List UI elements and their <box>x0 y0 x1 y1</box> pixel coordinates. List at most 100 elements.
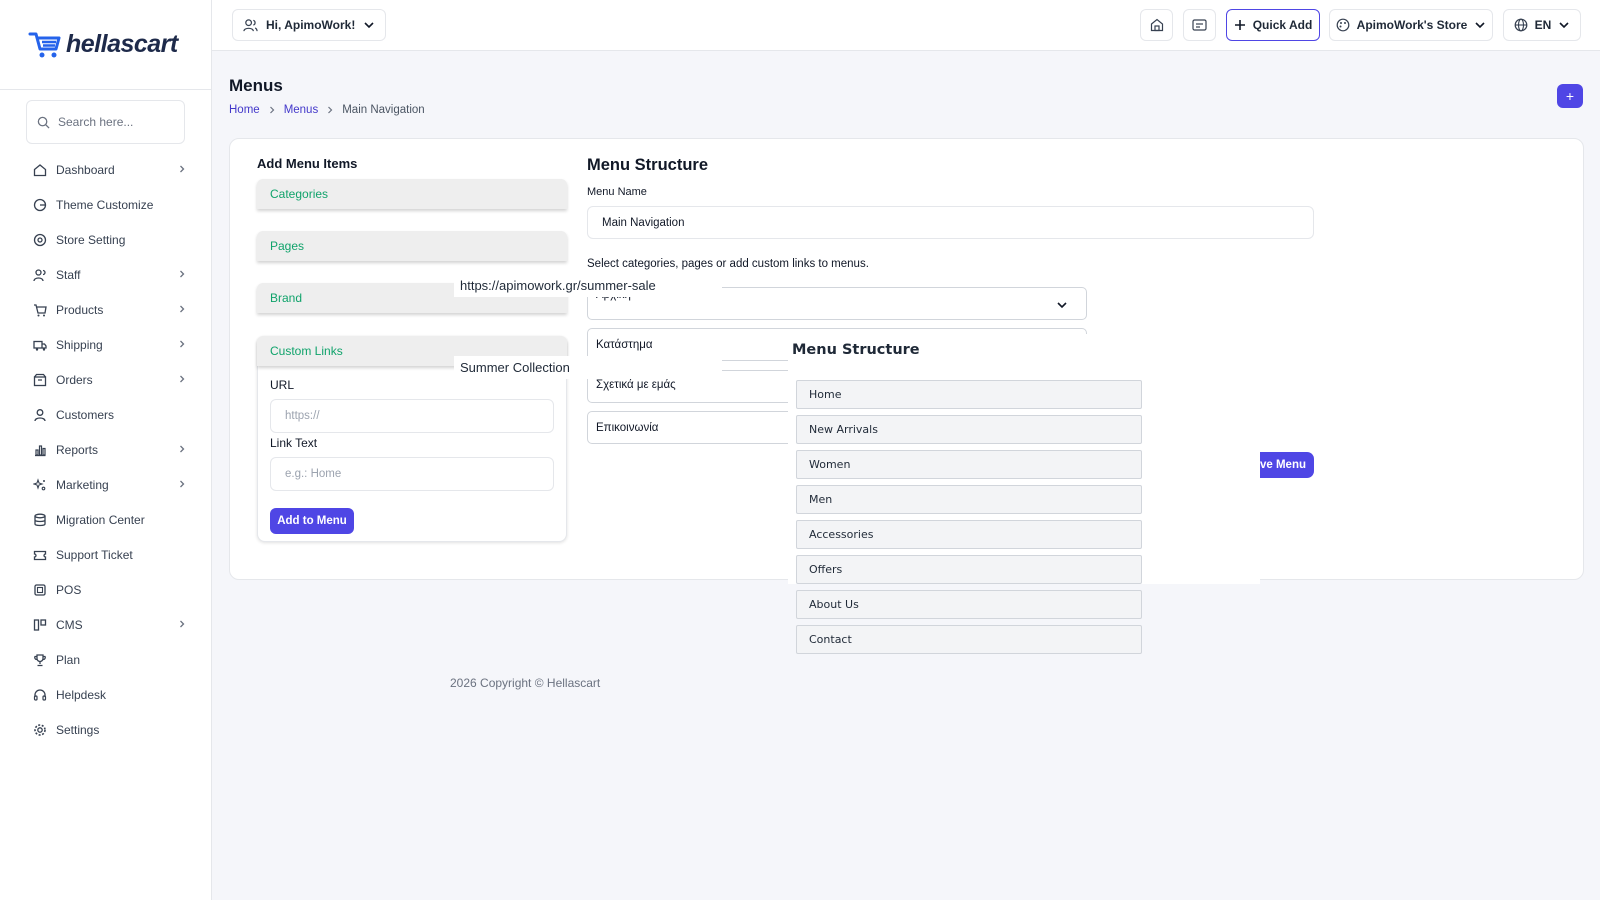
sidebar-item-plan[interactable]: Plan <box>0 642 211 677</box>
sidebar-item-label: Settings <box>56 722 100 737</box>
sidebar-item-migration-center[interactable]: Migration Center <box>0 502 211 537</box>
store-name: ApimoWork's Store <box>1356 18 1468 32</box>
overlay-menu-item[interactable]: New Arrivals <box>796 415 1142 444</box>
gear-icon <box>33 723 47 737</box>
sidebar-item-staff[interactable]: Staff <box>0 257 211 292</box>
footer-copyright: 2026 Copyright © Hellascart <box>450 676 601 690</box>
sidebar-item-label: Customers <box>56 407 115 422</box>
url-placeholder: https:// <box>285 410 320 422</box>
link-text-placeholder: e.g.: Home <box>285 468 342 480</box>
link-text-input[interactable]: e.g.: Home <box>270 457 554 491</box>
trophy-icon <box>33 653 47 667</box>
sidebar-item-label: Plan <box>56 652 81 667</box>
overlay-menu-item[interactable]: Contact <box>796 625 1142 654</box>
sidebar-item-label: Theme Customize <box>56 197 154 212</box>
add-menu-button[interactable]: + <box>1557 84 1583 108</box>
select-value: Επικοινωνία <box>596 421 659 434</box>
sidebar-item-label: Support Ticket <box>56 547 133 562</box>
chevron-right-icon <box>177 478 187 492</box>
ticket-icon <box>33 548 47 562</box>
chevron-right-icon <box>177 338 187 352</box>
save-menu-button[interactable]: ve Menu <box>1256 452 1314 478</box>
chevron-right-icon <box>177 268 187 282</box>
storefront-button[interactable] <box>1140 9 1173 41</box>
overlay-menu-item[interactable]: Home <box>796 380 1142 409</box>
sidebar-item-label: Staff <box>56 267 81 282</box>
overlay-menu-item[interactable]: Accessories <box>796 520 1142 549</box>
menu-structure-title: Menu Structure <box>587 156 709 174</box>
menu-hint-text: Select categories, pages or add custom l… <box>587 258 869 270</box>
sidebar-item-label: Shipping <box>56 337 103 352</box>
breadcrumb: Home Menus Main Navigation <box>229 104 425 116</box>
sidebar-item-label: Helpdesk <box>56 687 107 702</box>
overlay-menu-item[interactable]: Offers <box>796 555 1142 584</box>
store-settings-icon <box>33 233 47 247</box>
sidebar-search-input[interactable]: Search here... <box>26 100 185 144</box>
sidebar-item-orders[interactable]: Orders <box>0 362 211 397</box>
users-icon <box>33 268 47 282</box>
add-to-menu-button[interactable]: Add to Menu <box>270 508 354 534</box>
chevron-down-icon <box>364 22 374 29</box>
sparkle-icon <box>33 477 47 492</box>
chevron-right-icon <box>177 303 187 317</box>
sidebar-item-label: Marketing <box>56 477 109 492</box>
overlay-menu-item[interactable]: Men <box>796 485 1142 514</box>
sidebar-item-products[interactable]: Products <box>0 292 211 327</box>
floating-url-text: https://apimowork.gr/summer-sale <box>454 274 722 297</box>
breadcrumb-current: Main Navigation <box>342 104 425 116</box>
sidebar-item-reports[interactable]: Reports <box>0 432 211 467</box>
store-icon <box>1150 18 1163 32</box>
truck-icon <box>33 338 47 352</box>
floating-link-text: Summer Collection <box>454 356 722 379</box>
quick-add-label: Quick Add <box>1252 18 1313 32</box>
url-label: URL <box>270 378 295 392</box>
breadcrumb-menus[interactable]: Menus <box>284 104 319 116</box>
overlay-menu-item[interactable]: About Us <box>796 590 1142 619</box>
palette-icon <box>1336 18 1350 32</box>
box-icon <box>33 373 47 387</box>
sidebar-item-settings[interactable]: Settings <box>0 712 211 747</box>
chevron-right-icon <box>328 106 333 114</box>
sidebar-item-label: POS <box>56 582 82 597</box>
chevron-right-icon <box>177 618 187 632</box>
page-title: Menus <box>229 76 283 95</box>
database-icon <box>33 513 47 527</box>
chevron-right-icon <box>269 106 275 114</box>
sidebar-item-marketing[interactable]: Marketing <box>0 467 211 502</box>
sidebar-item-theme-customize[interactable]: Theme Customize <box>0 187 211 222</box>
chevron-right-icon <box>177 443 187 457</box>
chevron-down-icon <box>1057 302 1067 309</box>
sidebar-item-pos[interactable]: POS <box>0 572 211 607</box>
home-icon <box>33 163 47 177</box>
greeting-text: Hi, ApimoWork! <box>266 18 356 32</box>
sidebar-item-customers[interactable]: Customers <box>0 397 211 432</box>
search-placeholder: Search here... <box>58 115 134 129</box>
accordion-categories[interactable]: Categories <box>257 179 567 209</box>
brand-logo[interactable]: hellascart <box>0 0 211 90</box>
store-switcher[interactable]: ApimoWork's Store <box>1329 9 1493 41</box>
sidebar-item-store-setting[interactable]: Store Setting <box>0 222 211 257</box>
quick-add-button[interactable]: Quick Add <box>1226 9 1320 41</box>
sidebar-item-shipping[interactable]: Shipping <box>0 327 211 362</box>
chevron-down-icon <box>1475 22 1485 29</box>
accordion-pages[interactable]: Pages <box>257 231 567 261</box>
sidebar-item-dashboard[interactable]: Dashboard <box>0 152 211 187</box>
chevron-right-icon <box>177 163 187 177</box>
overlay-menu-item[interactable]: Women <box>796 450 1142 479</box>
sidebar-item-label: Store Setting <box>56 232 126 247</box>
sidebar-item-cms[interactable]: CMS <box>0 607 211 642</box>
pos-button[interactable] <box>1183 9 1216 41</box>
url-input[interactable]: https:// <box>270 399 554 433</box>
language-switcher[interactable]: EN <box>1503 9 1581 41</box>
user-menu-button[interactable]: Hi, ApimoWork! <box>232 9 387 41</box>
sidebar-item-helpdesk[interactable]: Helpdesk <box>0 677 211 712</box>
chevron-down-icon <box>1559 22 1569 29</box>
menu-name-input[interactable]: Main Navigation <box>587 206 1314 239</box>
overlay-title: Menu Structure <box>792 342 920 358</box>
sidebar-item-label: Products <box>56 302 104 317</box>
sidebar-item-support-ticket[interactable]: Support Ticket <box>0 537 211 572</box>
sidebar-item-label: Orders <box>56 372 93 387</box>
breadcrumb-home[interactable]: Home <box>229 104 260 116</box>
layout-icon <box>33 618 47 632</box>
sidebar-item-label: CMS <box>56 617 83 632</box>
